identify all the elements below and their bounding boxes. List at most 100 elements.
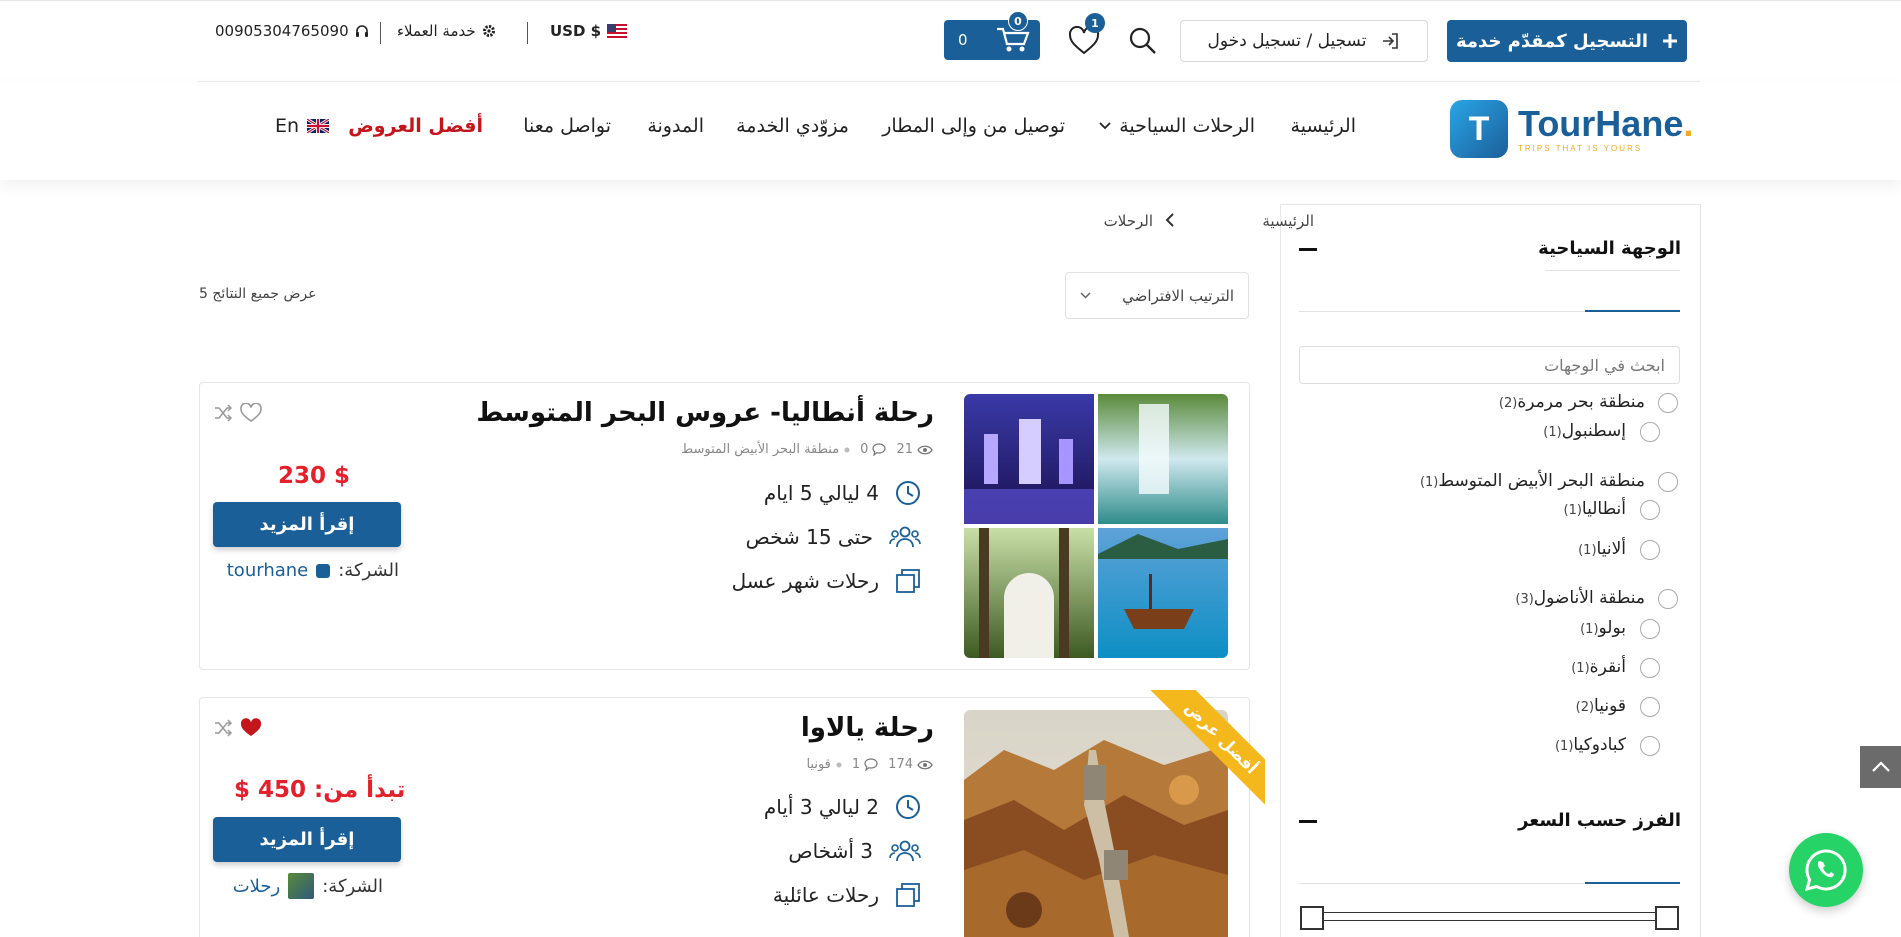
chevron-down-icon	[1099, 122, 1111, 130]
site-logo[interactable]: T TourHane. TRIPS THAT IS YOURS	[1450, 100, 1693, 158]
destination-item[interactable]: كبادوكيا(1)	[1555, 735, 1626, 755]
register-provider-button[interactable]: التسجيل كمقدّم خدمة	[1447, 20, 1687, 62]
comments-count: 0	[860, 442, 869, 457]
category-feature: رحلات عائلية	[773, 882, 921, 908]
logo-tagline: TRIPS THAT IS YOURS	[1518, 143, 1643, 153]
tour-meta: 21 0 منطقة البحر الأبيض المتوسط	[681, 442, 933, 457]
category-icon	[895, 882, 921, 908]
category-label: رحلات عائلية	[772, 883, 879, 907]
cart-count-badge: 0	[1008, 11, 1028, 31]
customer-service-label: خدمة العملاء	[397, 22, 476, 40]
duration-label: 4 ليالي 5 ايام	[763, 481, 879, 505]
nav-airport-transfer[interactable]: توصيل من وإلى المطار	[882, 115, 1065, 137]
destination-radio[interactable]	[1640, 422, 1660, 442]
currency-label: USD $	[550, 22, 602, 40]
company-label: الشركة:	[338, 560, 399, 581]
region-label: منطقة البحر الأبيض المتوسط	[681, 442, 840, 457]
destination-radio[interactable]	[1658, 589, 1678, 609]
destination-item[interactable]: منطقة البحر الأبيض المتوسط(1)	[1420, 471, 1645, 491]
read-more-button[interactable]: إقرأ المزيد	[213, 817, 401, 862]
price-filter-title: الفرز حسب السعر	[1518, 810, 1681, 831]
top-info-divider	[527, 22, 528, 44]
tour-price: $ 230	[278, 463, 351, 489]
destination-count: (2)	[1498, 396, 1518, 411]
gear-icon	[482, 24, 496, 38]
destination-radio[interactable]	[1640, 736, 1660, 756]
compare-shuffle-icon[interactable]	[214, 719, 232, 737]
destination-filter-title: الوجهة السياحية	[1538, 238, 1681, 259]
login-button[interactable]: تسجيل / تسجيل دخول	[1180, 20, 1428, 62]
destination-count: (1)	[1563, 503, 1582, 518]
destination-item[interactable]: ألانيا(1)	[1578, 539, 1626, 559]
destination-count: (1)	[1554, 739, 1574, 754]
chevron-down-icon	[1080, 292, 1091, 299]
logo-mark-icon: T	[1450, 100, 1508, 158]
section-rule-accent	[1585, 310, 1680, 312]
company-name[interactable]: رحلات	[233, 876, 281, 897]
scroll-to-top-button[interactable]	[1860, 746, 1901, 788]
destination-label: بولو	[1598, 618, 1626, 638]
destination-label: أنقرة	[1589, 657, 1626, 677]
currency-selector[interactable]: USD $	[550, 22, 628, 40]
destination-radio[interactable]	[1640, 658, 1660, 678]
language-switcher[interactable]: En	[275, 115, 330, 137]
tour-image[interactable]	[964, 394, 1228, 658]
customer-service-link[interactable]: خدمة العملاء	[397, 22, 496, 40]
logo-dot: .	[1683, 102, 1694, 144]
cart-icon	[996, 27, 1030, 53]
price-slider-track[interactable]	[1310, 912, 1670, 921]
nav-tours[interactable]: الرحلات السياحية	[1099, 115, 1255, 137]
destination-search-input[interactable]: ابحث في الوجهات	[1299, 346, 1680, 384]
comments-count: 1	[851, 757, 861, 772]
wishlist-heart-icon[interactable]	[240, 403, 262, 423]
phone-number[interactable]: 00905304765090	[215, 22, 369, 40]
nav-blog[interactable]: المدونة	[647, 115, 704, 137]
search-icon[interactable]	[1126, 24, 1160, 58]
company-name[interactable]: tourhane	[227, 560, 308, 581]
tour-meta: 174 1 قونيا	[806, 757, 933, 772]
location-icon	[844, 447, 850, 452]
nav-best-offers[interactable]: أفضل العروض	[348, 115, 483, 137]
whatsapp-chat-button[interactable]	[1789, 833, 1863, 907]
destination-radio[interactable]	[1640, 540, 1660, 560]
nav-service-providers[interactable]: مزوّدي الخدمة	[736, 115, 849, 137]
destination-radio[interactable]	[1640, 697, 1660, 717]
price-slider-max-handle[interactable]	[1655, 906, 1679, 930]
destination-item[interactable]: إسطنبول(1)	[1543, 421, 1626, 441]
category-feature: رحلات شهر عسل	[732, 568, 921, 594]
nav-home[interactable]: الرئيسية	[1291, 115, 1356, 137]
breadcrumb-home[interactable]: الرئيسية	[1262, 212, 1314, 230]
collapse-minus-icon[interactable]	[1299, 820, 1317, 823]
read-more-button[interactable]: إقرأ المزيد	[213, 502, 401, 547]
duration-feature: 2 ليالي 3 أيام	[764, 794, 921, 820]
tour-title[interactable]: رحلة أنطاليا- عروس البحر المتوسط	[476, 398, 934, 428]
destination-radio[interactable]	[1640, 619, 1660, 639]
destination-item[interactable]: قونيا(2)	[1576, 696, 1626, 716]
destination-count: (2)	[1575, 700, 1595, 715]
destination-radio[interactable]	[1658, 393, 1678, 413]
price-slider-min-handle[interactable]	[1300, 906, 1324, 930]
views-stat: 174	[888, 757, 933, 772]
compare-shuffle-icon[interactable]	[214, 404, 232, 422]
title-underline	[1545, 270, 1680, 271]
category-label: رحلات شهر عسل	[731, 569, 879, 593]
comments-stat: 1	[852, 757, 878, 772]
collapse-minus-icon[interactable]	[1299, 248, 1317, 251]
destination-count: (1)	[1419, 475, 1439, 490]
people-feature: 3 أشخاص	[788, 838, 921, 864]
wishlist-heart-filled-icon[interactable]	[240, 718, 262, 738]
destination-radio[interactable]	[1640, 500, 1660, 520]
tour-title[interactable]: رحلة يالاوا	[801, 713, 934, 743]
sort-select[interactable]: الترتيب الافتراضي	[1065, 272, 1249, 319]
destination-item[interactable]: منطقة بحر مرمرة(2)	[1499, 392, 1645, 412]
destination-radio[interactable]	[1658, 472, 1678, 492]
login-label: تسجيل / تسجيل دخول	[1207, 31, 1367, 51]
destination-label: أنطاليا	[1581, 499, 1626, 519]
destination-item[interactable]: أنقرة(1)	[1571, 657, 1626, 677]
destination-item[interactable]: أنطاليا(1)	[1563, 499, 1626, 519]
destination-item[interactable]: بولو(1)	[1580, 618, 1626, 638]
breadcrumb-current: الرحلات	[1103, 212, 1153, 230]
nav-contact[interactable]: تواصل معنا	[523, 115, 611, 137]
region-label: قونيا	[806, 757, 831, 772]
destination-item[interactable]: منطقة الأناضول(3)	[1515, 588, 1645, 608]
